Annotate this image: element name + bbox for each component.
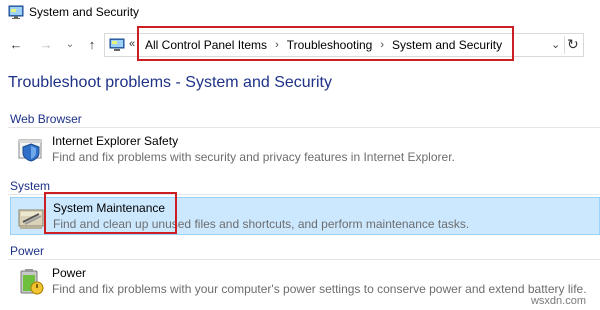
refresh-icon[interactable]: ↻: [567, 36, 579, 53]
item-description: Find and fix problems with your computer…: [52, 282, 587, 296]
back-arrow-icon[interactable]: ←: [8, 36, 24, 52]
item-description: Find and fix problems with security and …: [52, 150, 455, 164]
item-title[interactable]: Internet Explorer Safety: [52, 134, 178, 148]
group-header-web-browser: Web Browser: [10, 112, 82, 126]
page-title: Troubleshoot problems - System and Secur…: [8, 74, 332, 91]
title-bar: System and Security: [0, 0, 600, 24]
item-title[interactable]: Power: [52, 266, 86, 280]
control-panel-small-icon: [109, 38, 125, 52]
shield-browser-icon: [16, 135, 46, 165]
recent-locations-chevron-icon[interactable]: ⌄: [62, 36, 78, 52]
item-highlight-box: [44, 192, 177, 234]
list-item-internet-explorer-safety[interactable]: Internet Explorer Safety Find and fix pr…: [10, 131, 600, 169]
up-arrow-icon[interactable]: ↑: [84, 36, 100, 52]
address-dropdown-icon[interactable]: ⌄: [551, 38, 560, 51]
address-divider: [564, 36, 565, 54]
group-header-system: System: [10, 179, 51, 193]
power-battery-icon: [16, 267, 46, 297]
overflow-chevron-icon[interactable]: «: [129, 38, 135, 50]
maintenance-tools-icon: [17, 202, 47, 232]
list-item-power[interactable]: Power Find and fix problems with your co…: [10, 263, 600, 301]
group-header-power: Power: [10, 244, 45, 258]
breadcrumb-highlight-box: [137, 26, 514, 61]
window-title: System and Security: [29, 5, 140, 19]
watermark: wsxdn.com: [530, 295, 586, 307]
group-divider: [8, 259, 600, 260]
control-panel-icon: [8, 4, 24, 20]
group-divider: [8, 127, 600, 128]
forward-arrow-icon[interactable]: →: [38, 36, 54, 52]
